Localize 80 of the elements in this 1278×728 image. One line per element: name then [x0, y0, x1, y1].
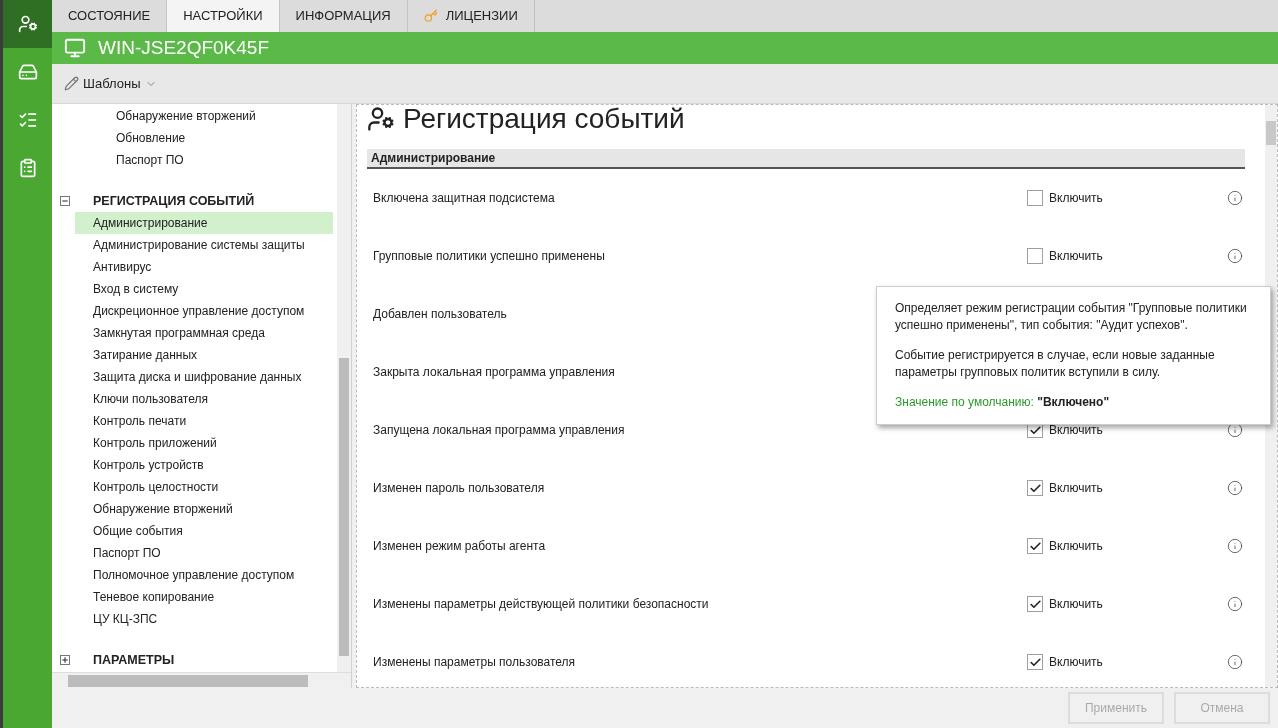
- info-icon[interactable]: [1227, 596, 1243, 612]
- tree-item[interactable]: Администрирование: [75, 212, 333, 234]
- scroll-thumb[interactable]: [1266, 121, 1276, 145]
- tree-item[interactable]: Обновление: [75, 127, 337, 149]
- scroll-thumb[interactable]: [68, 674, 308, 687]
- event-label: Изменен режим работы агента: [373, 538, 546, 555]
- monitor-icon: [64, 37, 86, 59]
- checkbox[interactable]: [1027, 596, 1043, 612]
- page-title: Регистрация событий: [403, 105, 685, 133]
- check-icon: [1028, 423, 1042, 437]
- tree-item[interactable]: Контроль целостности: [75, 476, 333, 498]
- check-icon: [1028, 481, 1042, 495]
- checkbox[interactable]: [1027, 480, 1043, 496]
- checkbox[interactable]: [1027, 190, 1043, 206]
- event-label: Изменены параметры действующей политики безопасности: [373, 596, 709, 613]
- tree-item[interactable]: Паспорт ПО: [75, 542, 333, 564]
- check-icon: [1028, 539, 1042, 553]
- tooltip-text: Событие регистрируется в случае, если новые заданные параметры групповых политик вступили в силу.: [895, 347, 1216, 381]
- enable-toggle[interactable]: Включить: [1027, 653, 1227, 671]
- enable-toggle[interactable]: Включить: [1027, 479, 1227, 497]
- tooltip-text: Определяет режим регистрации события "Групповые политики успешно применены", тип события: "Аудит успехов".: [895, 300, 1248, 334]
- vertical-scrollbar[interactable]: [337, 104, 351, 672]
- rail-icon: [17, 14, 38, 34]
- horizontal-scrollbar[interactable]: [52, 672, 351, 688]
- tree-item[interactable]: Замкнутая программная среда: [75, 322, 333, 344]
- computer-name: WIN-JSE2QF0K45F: [98, 35, 270, 60]
- rail-icon: [17, 110, 38, 130]
- event-label: Включена защитная подсистема: [373, 190, 555, 207]
- tree-item[interactable]: Общие события: [75, 520, 333, 542]
- event-label: Изменены параметры пользователя: [373, 654, 576, 671]
- tree-item[interactable]: Обнаружение вторжений: [75, 105, 337, 127]
- expander-icon[interactable]: [60, 655, 70, 665]
- enable-toggle[interactable]: Включить: [1027, 537, 1227, 555]
- tree-group[interactable]: РЕГИСТРАЦИЯ СОБЫТИЙ: [93, 191, 255, 211]
- tree-group[interactable]: ПАРАМЕТРЫ: [93, 650, 175, 670]
- info-icon[interactable]: [1227, 248, 1243, 264]
- info-icon[interactable]: [1227, 190, 1243, 206]
- checkbox[interactable]: [1027, 538, 1043, 554]
- tree-item[interactable]: Затирание данных: [75, 344, 333, 366]
- check-icon: [1028, 597, 1042, 611]
- key-icon: [423, 9, 438, 23]
- tree-item[interactable]: Дискреционное управление доступом: [75, 300, 333, 322]
- pencil-icon: [64, 76, 79, 91]
- tree-item[interactable]: Обнаружение вторжений: [75, 498, 333, 520]
- tree-item[interactable]: Защита диска и шифрование данных: [75, 366, 333, 388]
- check-icon: [1028, 655, 1042, 669]
- event-label: Изменен пароль пользователя: [373, 480, 545, 497]
- tree-item[interactable]: Администрирование системы защиты: [75, 234, 333, 256]
- tree-item[interactable]: Вход в систему: [75, 278, 333, 300]
- tree-item[interactable]: Ключи пользователя: [75, 388, 333, 410]
- templates-button[interactable]: Шаблоны: [64, 73, 157, 94]
- tree-item[interactable]: Теневое копирование: [75, 586, 333, 608]
- checkbox[interactable]: [1027, 654, 1043, 670]
- event-label: Добавлен пользователь: [373, 306, 507, 323]
- enable-toggle[interactable]: Включить: [1027, 189, 1227, 207]
- rail-icon: [17, 62, 38, 82]
- event-label: Групповые политики успешно применены: [373, 248, 605, 265]
- info-icon[interactable]: [1227, 422, 1243, 438]
- tree-item[interactable]: Контроль устройств: [75, 454, 333, 476]
- tree-item[interactable]: Паспорт ПО: [75, 149, 337, 171]
- checkbox[interactable]: [1027, 248, 1043, 264]
- default-value-text: Значение по умолчанию: "Включено": [895, 394, 1111, 411]
- tab[interactable]: НАСТРОЙКИ: [167, 0, 280, 32]
- scroll-thumb[interactable]: [339, 358, 349, 656]
- rail-button[interactable]: [3, 0, 52, 48]
- enable-toggle[interactable]: Включить: [1027, 247, 1227, 265]
- info-icon[interactable]: [1227, 654, 1243, 670]
- tree-item[interactable]: Контроль печати: [75, 410, 333, 432]
- tree-item[interactable]: ЦУ КЦ-ЗПС: [75, 608, 333, 630]
- event-log-icon: [367, 105, 395, 133]
- section-header: Администрирование: [367, 149, 1245, 169]
- event-label: Закрыта локальная программа управления: [373, 364, 615, 381]
- info-icon[interactable]: [1227, 480, 1243, 496]
- expander-icon[interactable]: [60, 196, 70, 206]
- tree-item[interactable]: Антивирус: [75, 256, 333, 278]
- event-label: Запущена локальная программа управления: [373, 422, 625, 439]
- enable-toggle[interactable]: Включить: [1027, 595, 1227, 613]
- tree-item[interactable]: Контроль приложений: [75, 432, 333, 454]
- info-icon[interactable]: [1227, 538, 1243, 554]
- tree-item[interactable]: Полномочное управление доступом: [75, 564, 333, 586]
